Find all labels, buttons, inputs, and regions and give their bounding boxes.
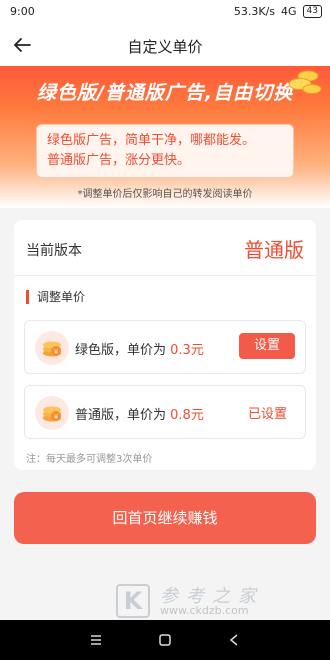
battery-indicator: 43 (302, 5, 322, 18)
nav-menu-icon[interactable] (88, 632, 104, 648)
svg-text:¥: ¥ (54, 348, 59, 356)
coin-decoration-icon (288, 70, 322, 94)
watermark-url: www.ckdzb.com (160, 604, 249, 617)
status-right: 53.3K/s 4G 43 (234, 5, 322, 18)
app-bar: 自定义单价 (0, 24, 330, 66)
current-version-value: 普通版 (244, 238, 304, 262)
current-version-label: 当前版本 (26, 243, 82, 259)
notice-box: 绿色版广告，简单干净，哪都能发。 普通版广告，涨分更快。 (36, 124, 294, 178)
settings-card: 当前版本 普通版 调整单价 ¥ 绿色版，单价为 0.3元 设置 ¥ 普通版，单价… (14, 220, 316, 470)
status-time: 9:00 (10, 5, 35, 18)
price-row-green: ¥ 绿色版，单价为 0.3元 设置 (24, 320, 306, 374)
price-text-normal: 普通版，单价为 0.8元 (75, 408, 204, 423)
back-home-button[interactable]: 回首页继续赚钱 (14, 492, 316, 544)
nav-back-icon[interactable] (226, 632, 242, 648)
notice-line-green: 绿色版广告，简单干净，哪都能发。 (47, 133, 256, 148)
already-set-label: 已设置 (247, 407, 287, 422)
svg-text:¥: ¥ (54, 413, 59, 421)
watermark: K 参考之家 www.ckdzb.com (116, 584, 330, 620)
adjust-footnote: 注：每天最多可调整3次单价 (26, 454, 153, 465)
notice-line-normal: 普通版广告，涨分更快。 (47, 153, 191, 168)
status-bar: 9:00 53.3K/s 4G 43 (0, 0, 330, 24)
set-green-button[interactable]: 设置 (239, 333, 295, 359)
price-value-normal: 0.8元 (170, 408, 204, 423)
current-version-row: 当前版本 普通版 (14, 220, 316, 276)
promo-banner: 绿色版/普通版广告,自由切换 绿色版广告，简单干净，哪都能发。 普通版广告，涨分… (0, 66, 330, 208)
watermark-logo: K (116, 584, 150, 618)
coin-icon: ¥ (35, 396, 69, 430)
price-text-green: 绿色版，单价为 0.3元 (75, 343, 204, 358)
banner-headline: 绿色版/普通版广告,自由切换 (36, 82, 294, 104)
notice-note: *调整单价后仅影响自己的转发阅读单价 (77, 189, 253, 200)
section-title: 调整单价 (26, 290, 85, 304)
network-speed: 53.3K/s (233, 5, 276, 18)
page-title: 自定义单价 (127, 38, 203, 56)
system-nav-bar (0, 620, 330, 660)
price-value-green: 0.3元 (170, 343, 204, 358)
coin-icon: ¥ (35, 331, 69, 365)
nav-home-icon[interactable] (157, 632, 173, 648)
network-type: 4G (281, 5, 297, 18)
price-row-normal: ¥ 普通版，单价为 0.8元 已设置 (24, 385, 306, 439)
